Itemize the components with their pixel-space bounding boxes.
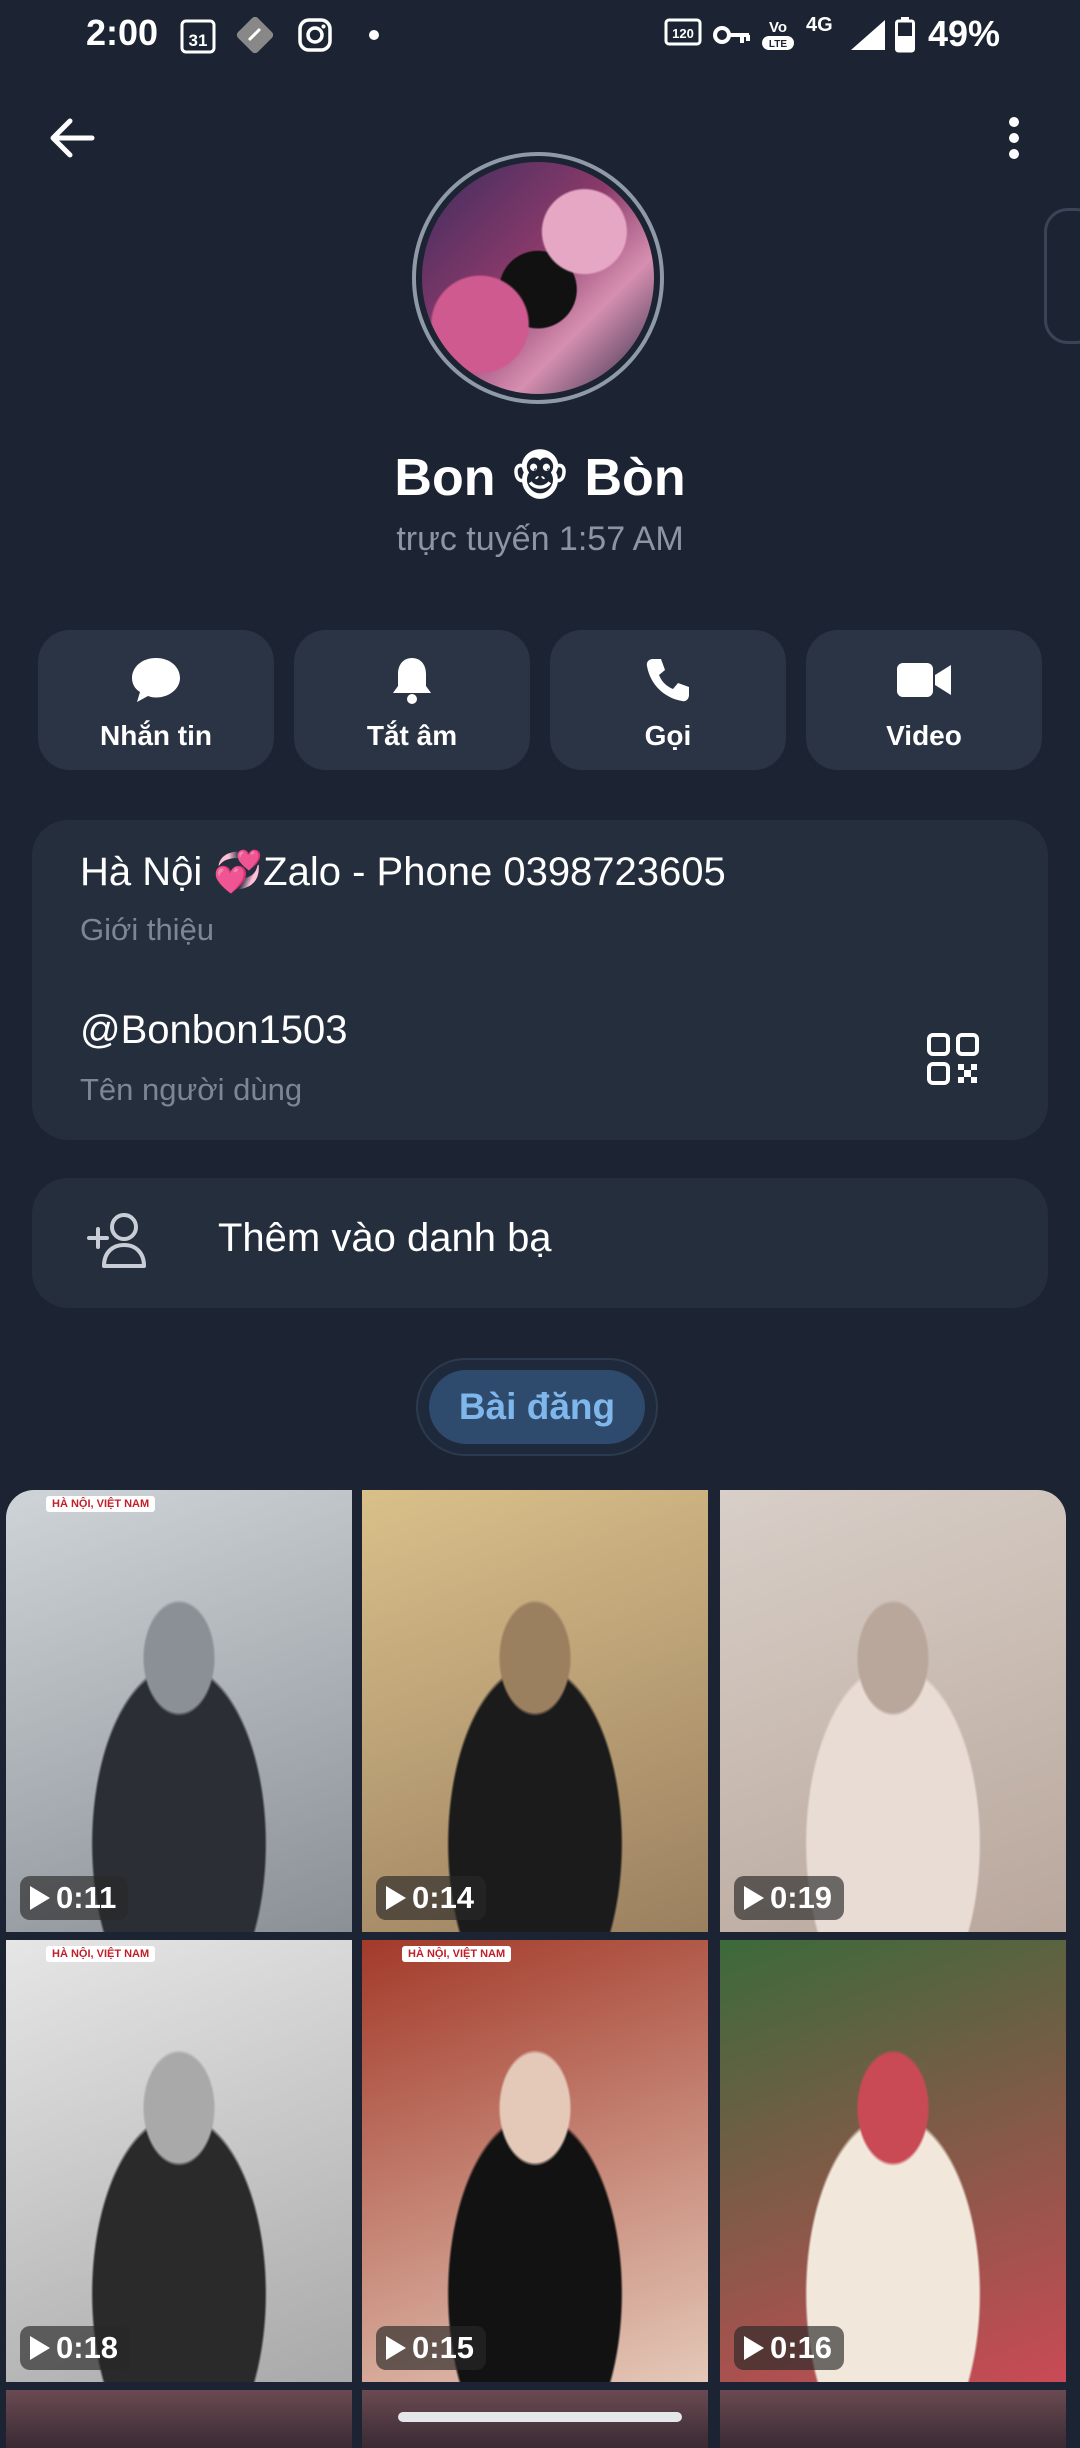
bell-icon (294, 652, 530, 708)
svg-text:31: 31 (189, 31, 208, 50)
post-tile[interactable] (6, 2390, 352, 2448)
notification-dot-icon (364, 16, 384, 54)
video-duration-badge: 0:18 (20, 2326, 131, 2370)
battery-icon (894, 16, 916, 54)
instagram-icon (296, 16, 334, 54)
play-icon (386, 1886, 406, 1910)
duration-text: 0:16 (770, 2330, 833, 2365)
post-tile[interactable] (720, 2390, 1066, 2448)
post-tile[interactable]: HÀ NỘI, VIỆT NAM 0:15 (362, 1940, 708, 2382)
vpn-key-icon (712, 16, 752, 54)
post-tile[interactable]: 0:19 (720, 1490, 1066, 1932)
posts-tab-container: Bài đăng (416, 1358, 658, 1456)
play-icon (744, 1886, 764, 1910)
duration-text: 0:15 (412, 2330, 475, 2365)
more-options-button[interactable] (990, 106, 1038, 170)
message-button[interactable]: Nhắn tin (38, 630, 274, 770)
video-label: Video (886, 720, 962, 751)
signal-icon (848, 16, 888, 54)
online-status: trực tuyến 1:57 AM (396, 520, 684, 558)
profile-name: Bon 🐵 Bòn (394, 449, 686, 507)
video-icon (806, 652, 1042, 708)
clock: 2:00 (86, 12, 159, 53)
duration-text: 0:11 (56, 1880, 117, 1915)
video-duration-badge: 0:19 (734, 1876, 845, 1920)
location-tag: HÀ NỘI, VIỆT NAM (402, 1946, 512, 1962)
calendar-icon: 31 (180, 16, 216, 54)
play-icon (30, 2336, 50, 2360)
video-duration-badge: 0:14 (376, 1876, 487, 1920)
call-label: Gọi (644, 720, 692, 751)
location-tag: HÀ NỘI, VIỆT NAM (46, 1946, 156, 1962)
tab-posts[interactable]: Bài đăng (429, 1370, 645, 1444)
play-icon (30, 1886, 50, 1910)
bio-label: Giới thiệu (80, 912, 215, 947)
post-tile[interactable]: 0:14 (362, 1490, 708, 1932)
message-label: Nhắn tin (100, 720, 212, 751)
location-tag: HÀ NỘI, VIỆT NAM (46, 1496, 156, 1512)
refresh-rate-icon: 120 (664, 16, 702, 54)
video-duration-badge: 0:15 (376, 2326, 487, 2370)
add-person-icon (86, 1210, 152, 1270)
mute-label: Tắt âm (366, 720, 458, 751)
mute-button[interactable]: Tắt âm (294, 630, 530, 770)
home-indicator[interactable] (398, 2412, 682, 2422)
call-button[interactable]: Gọi (550, 630, 786, 770)
message-icon (38, 652, 274, 708)
video-duration-badge: 0:11 (20, 1876, 129, 1920)
svg-text:LTE: LTE (769, 39, 787, 50)
play-icon (744, 2336, 764, 2360)
phone-icon (550, 652, 786, 708)
volte-icon: Vo LTE (758, 16, 798, 54)
avatar[interactable] (412, 152, 664, 404)
username-text[interactable]: @Bonbon1503 (80, 1008, 348, 1053)
back-arrow-icon (50, 118, 95, 158)
svg-text:120: 120 (672, 26, 694, 41)
bio-text[interactable]: Hà Nội 💞Zalo - Phone 0398723605 (80, 848, 726, 895)
more-vertical-icon (1009, 117, 1019, 159)
video-duration-badge: 0:16 (734, 2326, 845, 2370)
avatar-photo (422, 162, 654, 394)
duration-text: 0:19 (770, 1880, 833, 1915)
duration-text: 0:14 (412, 1880, 475, 1915)
post-tile[interactable]: HÀ NỘI, VIỆT NAM 0:11 (6, 1490, 352, 1932)
video-call-button[interactable]: Video (806, 630, 1042, 770)
qr-code-icon[interactable] (926, 1032, 980, 1086)
add-contact-label: Thêm vào danh bạ (218, 1216, 552, 1260)
maps-icon (236, 16, 274, 54)
status-bar: 2:00 31 120 Vo LTE 4G 49% (0, 0, 1080, 70)
svg-text:Vo: Vo (769, 19, 787, 36)
duration-text: 0:18 (56, 2330, 119, 2365)
username-label: Tên người dùng (80, 1072, 303, 1107)
network-type: 4G (806, 14, 833, 36)
battery-percent: 49% (928, 13, 1001, 54)
back-button[interactable] (40, 106, 104, 170)
post-tile[interactable]: HÀ NỘI, VIỆT NAM 0:18 (6, 1940, 352, 2382)
play-icon (386, 2336, 406, 2360)
post-tile[interactable]: 0:16 (720, 1940, 1066, 2382)
edge-panel-handle[interactable] (1044, 208, 1080, 344)
